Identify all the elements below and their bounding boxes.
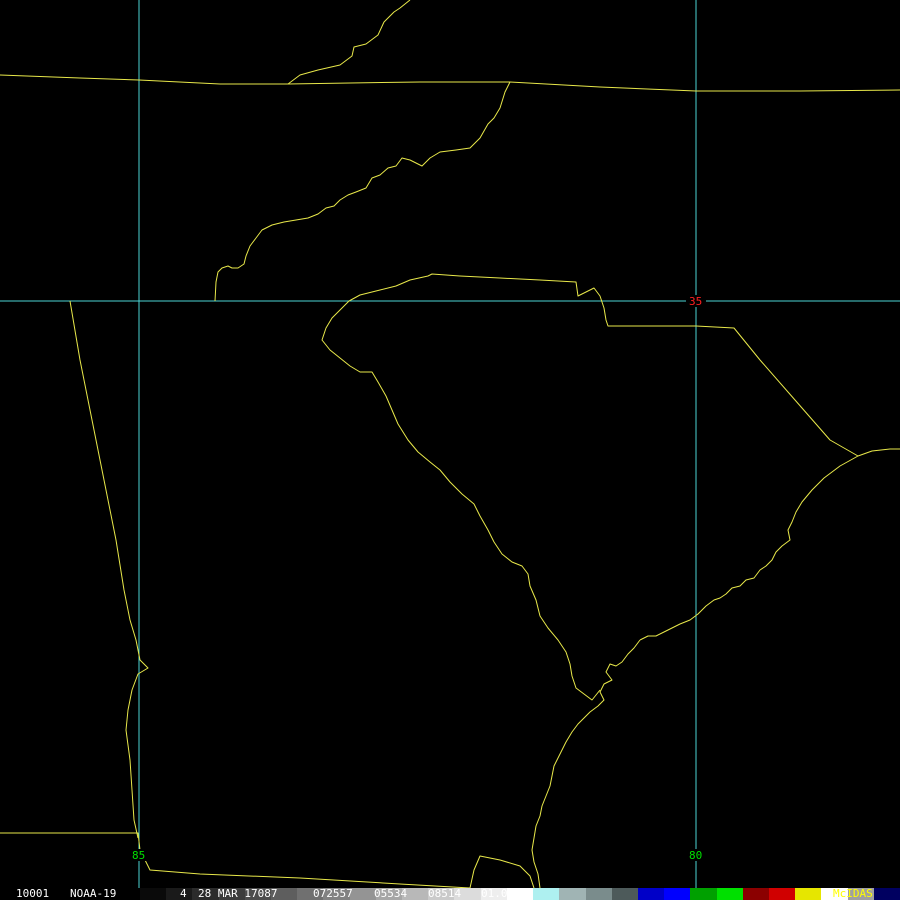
longitude-label-80: 80 [689,849,702,862]
colorbar-segment [690,888,718,900]
status-bar: 10001 NOAA-19 4 28 MAR 17087 072557 0553… [0,888,900,900]
colorbar-segment [795,888,822,900]
colorbar-segment [742,888,770,900]
colorbar-segment [611,888,639,900]
center-line: 05534 [374,887,408,900]
frame-id: 10001 [16,887,50,900]
longitude-label-85: 85 [132,849,145,862]
image-date: 28 MAR 17087 [198,887,278,900]
colorbar-segment [533,888,560,900]
colorbar-segment [349,888,377,900]
image-time: 072557 [313,887,353,900]
colorbar-segment [768,888,796,900]
colorbar-segment [585,888,613,900]
colorbar-segment [637,888,665,900]
colorbar-segment [559,888,586,900]
resolution: 01.00 [481,887,515,900]
satellite-name: NOAA-19 [70,887,117,900]
colorbar-segment [140,888,167,900]
colorbar-segment [664,888,691,900]
colorbar-segment [716,888,744,900]
center-element: 08514 [428,887,462,900]
satellite-map: 35 85 80 [0,0,900,888]
mcidas-brand: McIDAS [833,887,873,900]
colorbar-segment [873,888,900,900]
band-number: 4 [180,887,187,900]
latitude-label-35: 35 [689,295,702,308]
